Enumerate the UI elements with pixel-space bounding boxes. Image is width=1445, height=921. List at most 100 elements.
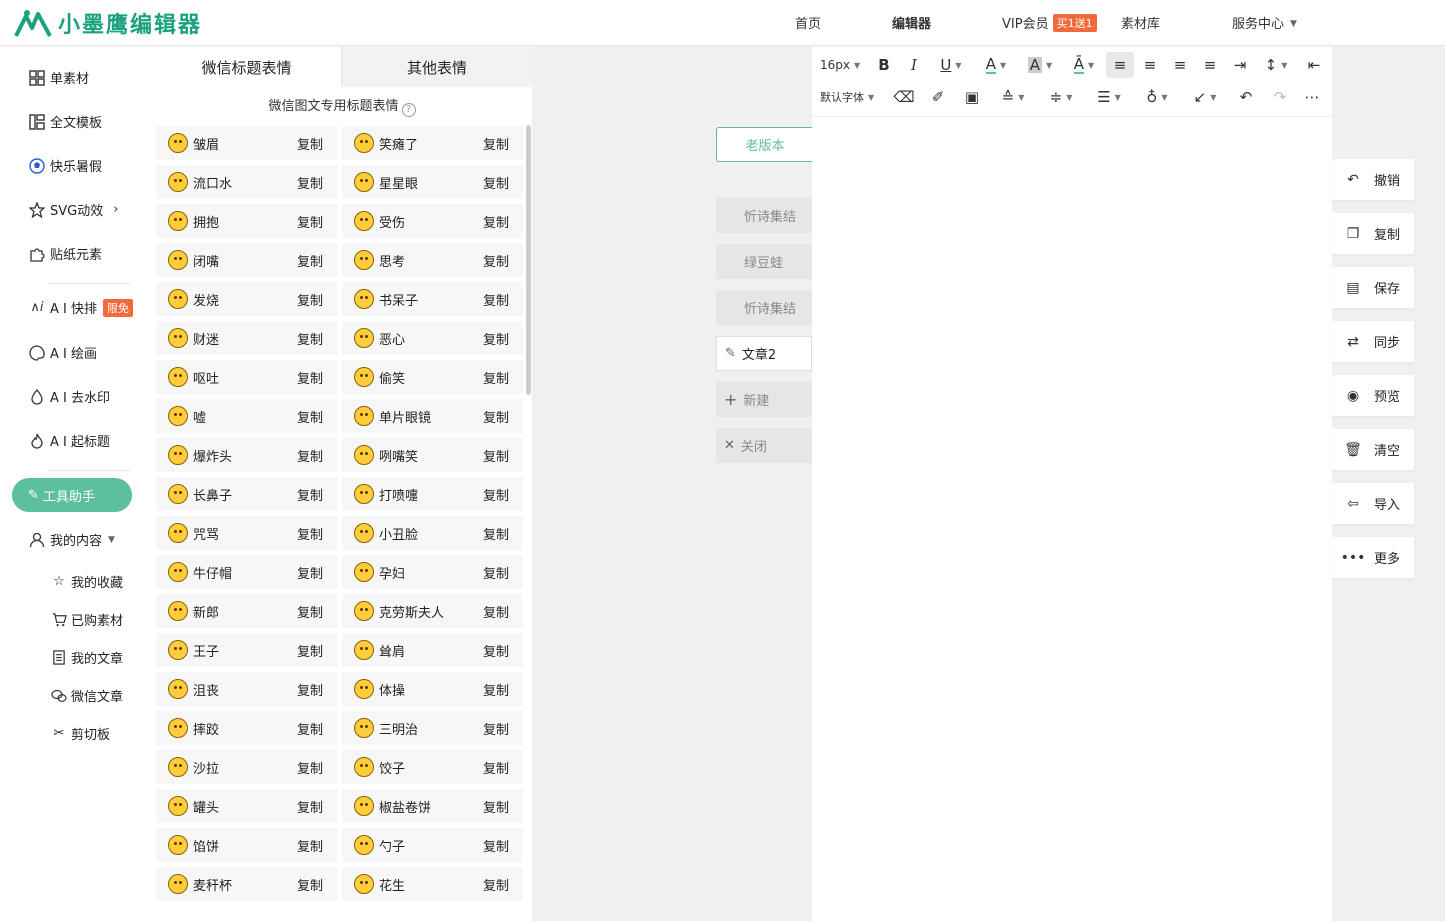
emoji-item[interactable]: 偷笑 复制 (342, 360, 523, 394)
line-height-icon[interactable]: ↕ ▼ (1258, 52, 1294, 78)
emoji-copy-button[interactable]: 复制 (297, 290, 323, 309)
emoji-item[interactable]: 沮丧 复制 (156, 672, 337, 706)
emoji-copy-button[interactable]: 复制 (297, 680, 323, 699)
emoji-item[interactable]: 咧嘴笑 复制 (342, 438, 523, 472)
sidebar-item-ai-layout[interactable]: ∧i A I 快排 限免 (28, 298, 133, 317)
emoji-copy-button[interactable]: 复制 (297, 407, 323, 426)
emoji-item[interactable]: 流口水 复制 (156, 165, 337, 199)
emoji-copy-button[interactable]: 复制 (483, 758, 509, 777)
nav-vip[interactable]: VIP会员 买1送1 (1002, 13, 1097, 32)
emoji-item[interactable]: 拥抱 复制 (156, 204, 337, 238)
eraser-icon[interactable]: ⌫ (893, 84, 914, 110)
nav-materials[interactable]: 素材库 (1121, 13, 1160, 32)
emoji-copy-button[interactable]: 复制 (297, 836, 323, 855)
background-color-icon[interactable]: A ▼ (1022, 52, 1058, 78)
emoji-item[interactable]: 沙拉 复制 (156, 750, 337, 784)
emoji-item[interactable]: 花生 复制 (342, 867, 523, 901)
emoji-copy-button[interactable]: 复制 (297, 368, 323, 387)
emoji-item[interactable]: 麦秆杯 复制 (156, 867, 337, 901)
sync-button[interactable]: ⇄ 同步 (1332, 321, 1414, 362)
doc-tab[interactable]: 绿豆蛙 (716, 244, 812, 279)
sidebar-item-ai-title[interactable]: A I 起标题 (28, 431, 110, 450)
nav-service[interactable]: 服务中心 ▼ (1232, 13, 1297, 32)
sub-item-articles[interactable]: 我的文章 (50, 648, 123, 667)
preview-button[interactable]: ◉ 预览 (1332, 375, 1414, 416)
emoji-item[interactable]: 受伤 复制 (342, 204, 523, 238)
scrollbar[interactable] (526, 125, 531, 395)
underline-icon[interactable]: U ▼ (934, 52, 968, 78)
undo-button[interactable]: ↶ 撤销 (1332, 159, 1414, 200)
clear-button[interactable]: 🗑 清空 (1332, 429, 1414, 470)
emoji-copy-button[interactable]: 复制 (483, 875, 509, 894)
sub-item-clipboard[interactable]: ✂ 剪切板 (50, 724, 110, 743)
emoji-item[interactable]: 长鼻子 复制 (156, 477, 337, 511)
emoji-copy-button[interactable]: 复制 (483, 290, 509, 309)
emoji-copy-button[interactable]: 复制 (483, 680, 509, 699)
undo-icon[interactable]: ↶ (1236, 84, 1256, 110)
export-icon[interactable]: ⇤ (1304, 52, 1324, 78)
emoji-copy-button[interactable]: 复制 (297, 134, 323, 153)
logo[interactable]: 小墨鹰编辑器 (14, 6, 202, 40)
help-icon[interactable]: ? (401, 103, 416, 117)
emoji-item[interactable]: 饺子 复制 (342, 750, 523, 784)
emoji-copy-button[interactable]: 复制 (297, 251, 323, 270)
sidebar-item-svg[interactable]: SVG动效 › (28, 200, 118, 219)
tab-wechat-emoji[interactable]: 微信标题表情 (152, 47, 341, 87)
sidebar-item-ai-draw[interactable]: A I 绘画 (28, 343, 97, 362)
emoji-item[interactable]: 恶心 复制 (342, 321, 523, 355)
emoji-item[interactable]: 呕吐 复制 (156, 360, 337, 394)
new-doc-button[interactable]: + 新建 (716, 382, 812, 417)
emoji-copy-button[interactable]: 复制 (483, 719, 509, 738)
emoji-item[interactable]: 单片眼镜 复制 (342, 399, 523, 433)
emoji-item[interactable]: 三明治 复制 (342, 711, 523, 745)
emoji-item[interactable]: 孕妇 复制 (342, 555, 523, 589)
emoji-item[interactable]: 发烧 复制 (156, 282, 337, 316)
spacing-icon[interactable]: ≑ ▼ (1044, 84, 1078, 110)
align-justify-icon[interactable]: ≡ (1200, 52, 1220, 78)
sub-item-favorites[interactable]: ☆ 我的收藏 (50, 572, 123, 591)
emoji-item[interactable]: 笑瘫了 复制 (342, 126, 523, 160)
emoji-copy-button[interactable]: 复制 (483, 329, 509, 348)
emoji-copy-button[interactable]: 复制 (483, 407, 509, 426)
emoji-copy-button[interactable]: 复制 (297, 212, 323, 231)
text-effect-icon[interactable]: Ā ▼ (1066, 52, 1102, 78)
emoji-copy-button[interactable]: 复制 (483, 797, 509, 816)
sub-item-purchased[interactable]: 已购素材 (50, 610, 123, 629)
emoji-copy-button[interactable]: 复制 (297, 602, 323, 621)
sidebar-item-ai-watermark[interactable]: A I 去水印 (28, 387, 110, 406)
format-brush-icon[interactable]: ✐ (928, 84, 948, 110)
emoji-copy-button[interactable]: 复制 (297, 797, 323, 816)
sub-item-wechat[interactable]: 微信文章 (50, 686, 123, 705)
emoji-item[interactable]: 罐头 复制 (156, 789, 337, 823)
emoji-item[interactable]: 小丑脸 复制 (342, 516, 523, 550)
emoji-copy-button[interactable]: 复制 (483, 212, 509, 231)
emoji-copy-button[interactable]: 复制 (483, 446, 509, 465)
emoji-copy-button[interactable]: 复制 (297, 329, 323, 348)
font-family-select[interactable]: 默认字体 ▼ (820, 84, 874, 110)
emoji-copy-button[interactable]: 复制 (297, 446, 323, 465)
emoji-copy-button[interactable]: 复制 (483, 641, 509, 660)
close-doc-button[interactable]: ✕ 关闭 (716, 428, 812, 463)
emoji-item[interactable]: 思考 复制 (342, 243, 523, 277)
font-color-icon[interactable]: A ▼ (978, 52, 1014, 78)
bold-icon[interactable]: B (874, 52, 894, 78)
doc-tab[interactable]: 忻诗集结 (716, 198, 812, 233)
editor[interactable]: 16px ▼ B I U ▼ A ▼ A ▼ Ā ▼ ≡ ≡ ≡ ≡ ⇥ ↕ ▼ ⇤ 默认字… (812, 47, 1332, 921)
emoji-item[interactable]: 体操 复制 (342, 672, 523, 706)
emoji-item[interactable]: 馅饼 复制 (156, 828, 337, 862)
emoji-copy-button[interactable]: 复制 (297, 875, 323, 894)
emoji-copy-button[interactable]: 复制 (297, 758, 323, 777)
emoji-copy-button[interactable]: 复制 (483, 173, 509, 192)
emoji-item[interactable]: 王子 复制 (156, 633, 337, 667)
font-size-select[interactable]: 16px ▼ (820, 52, 860, 78)
emoji-copy-button[interactable]: 复制 (483, 524, 509, 543)
emoji-copy-button[interactable]: 复制 (297, 524, 323, 543)
save-button[interactable]: ▤ 保存 (1332, 267, 1414, 308)
emoji-item[interactable]: 椒盐卷饼 复制 (342, 789, 523, 823)
emoji-item[interactable]: 财迷 复制 (156, 321, 337, 355)
image-icon[interactable]: ▣ (962, 84, 982, 110)
emoji-copy-button[interactable]: 复制 (297, 641, 323, 660)
nav-editor[interactable]: 编辑器 (892, 13, 931, 32)
emoji-copy-button[interactable]: 复制 (483, 836, 509, 855)
emoji-item[interactable]: 摔跤 复制 (156, 711, 337, 745)
